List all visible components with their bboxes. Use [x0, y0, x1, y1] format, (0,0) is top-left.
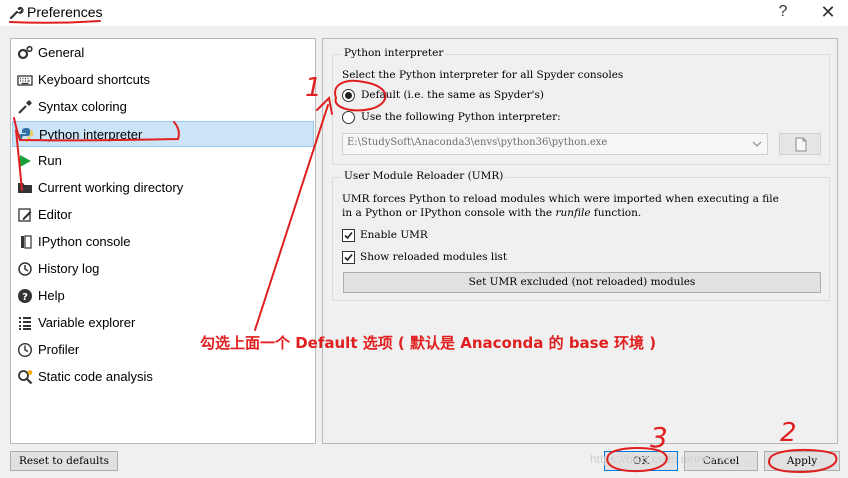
check-icon — [344, 253, 353, 262]
default-interpreter-radio[interactable] — [342, 89, 355, 102]
interpreter-description: Select the Python interpreter for all Sp… — [342, 69, 624, 81]
apply-button[interactable]: Apply — [764, 451, 840, 471]
interpreter-path-value: E:\StudySoft\Anaconda3\envs\python36\pyt… — [347, 137, 608, 148]
sidebar-item-label: Variable explorer — [38, 315, 136, 330]
file-icon — [795, 137, 807, 152]
sidebar-item-current-working-directory[interactable]: Current working directory — [12, 175, 314, 201]
reset-to-defaults-button[interactable]: Reset to defaults — [10, 451, 118, 471]
umr-excluded-modules-button[interactable]: Set UMR excluded (not reloaded) modules — [343, 272, 821, 293]
sidebar-item-run[interactable]: Run — [12, 148, 314, 174]
sidebar-item-label: Keyboard shortcuts — [38, 72, 151, 87]
sidebar-item-label: Run — [38, 153, 62, 168]
show-reloaded-checkbox[interactable] — [342, 251, 355, 264]
chevron-down-icon[interactable] — [749, 136, 765, 152]
help-button[interactable]: ? — [763, 0, 803, 26]
watermark: https://blog.csdn.net/weixin_... — [590, 452, 751, 466]
check-icon — [344, 231, 353, 240]
custom-interpreter-radio[interactable] — [342, 111, 355, 124]
list-icon — [19, 317, 31, 330]
run-icon — [20, 155, 31, 167]
umr-description-line2: in a Python or IPython console with the … — [342, 207, 641, 219]
sidebar-item-general[interactable]: General — [12, 40, 314, 66]
enable-umr-label[interactable]: Enable UMR — [360, 229, 428, 241]
umr-description-line1: UMR forces Python to reload modules whic… — [342, 193, 779, 205]
sidebar-item-label: Static code analysis — [38, 369, 153, 384]
sidebar-item-label: General — [38, 45, 85, 60]
keyboard-icon — [17, 75, 33, 86]
custom-interpreter-label[interactable]: Use the following Python interpreter: — [361, 111, 561, 123]
sidebar-item-static-code-analysis[interactable]: Static code analysis — [12, 364, 314, 390]
sidebar-item-keyboard-shortcuts[interactable]: Keyboard shortcuts — [12, 67, 314, 93]
sidebar-item-label: Help — [38, 288, 65, 303]
sidebar-item-syntax-coloring[interactable]: Syntax coloring — [12, 94, 314, 120]
sidebar-item-label: Python interpreter — [39, 127, 143, 142]
annotation-note: 勾选上面一个 Default 选项 ( 默认是 Anaconda 的 base … — [200, 334, 657, 352]
umr-description-prefix: in a Python or IPython console with the — [342, 207, 556, 219]
umr-description-suffix: function. — [590, 207, 642, 219]
console-icon — [21, 235, 32, 249]
edit-icon — [18, 208, 32, 222]
profiler-icon — [17, 342, 33, 358]
group-title: User Module Reloader (UMR) — [342, 170, 506, 182]
gear-icon — [17, 45, 33, 60]
python-icon — [19, 128, 33, 142]
sidebar-item-label: History log — [38, 261, 100, 276]
sidebar-item-editor[interactable]: Editor — [12, 202, 314, 228]
group-title: Python interpreter — [342, 47, 446, 59]
sidebar-item-ipython-console[interactable]: IPython console — [12, 229, 314, 255]
preferences-sidebar: General Keyboard shortcuts Syntax colori… — [10, 38, 316, 444]
enable-umr-checkbox[interactable] — [342, 229, 355, 242]
umr-description-emphasis: runfile — [555, 207, 591, 219]
sidebar-item-label: IPython console — [38, 234, 131, 249]
default-interpreter-label[interactable]: Default (i.e. the same as Spyder's) — [361, 89, 544, 101]
history-icon — [18, 262, 32, 276]
sidebar-item-label: Profiler — [38, 342, 80, 357]
title-bar: Preferences ? ✕ — [0, 0, 848, 26]
sidebar-item-label: Syntax coloring — [38, 99, 127, 114]
settings-panel: Python interpreter Select the Python int… — [322, 38, 838, 444]
window-title: Preferences — [27, 4, 103, 20]
folder-icon — [18, 183, 32, 193]
wrench-icon — [9, 6, 24, 20]
show-reloaded-label[interactable]: Show reloaded modules list — [360, 251, 507, 263]
sidebar-item-label: Current working directory — [38, 180, 184, 195]
close-button[interactable]: ✕ — [808, 0, 848, 26]
interpreter-path-field[interactable]: E:\StudySoft\Anaconda3\envs\python36\pyt… — [342, 133, 768, 155]
help-icon: ? — [18, 289, 32, 303]
svg-text:?: ? — [22, 292, 28, 303]
browse-interpreter-button[interactable] — [779, 133, 821, 155]
analysis-icon — [18, 370, 33, 385]
sidebar-item-python-interpreter[interactable]: Python interpreter — [12, 121, 314, 147]
sidebar-item-label: Editor — [38, 207, 72, 222]
sidebar-item-history-log[interactable]: History log — [12, 256, 314, 282]
sidebar-item-help[interactable]: ? Help — [12, 283, 314, 309]
dropper-icon — [18, 100, 32, 114]
